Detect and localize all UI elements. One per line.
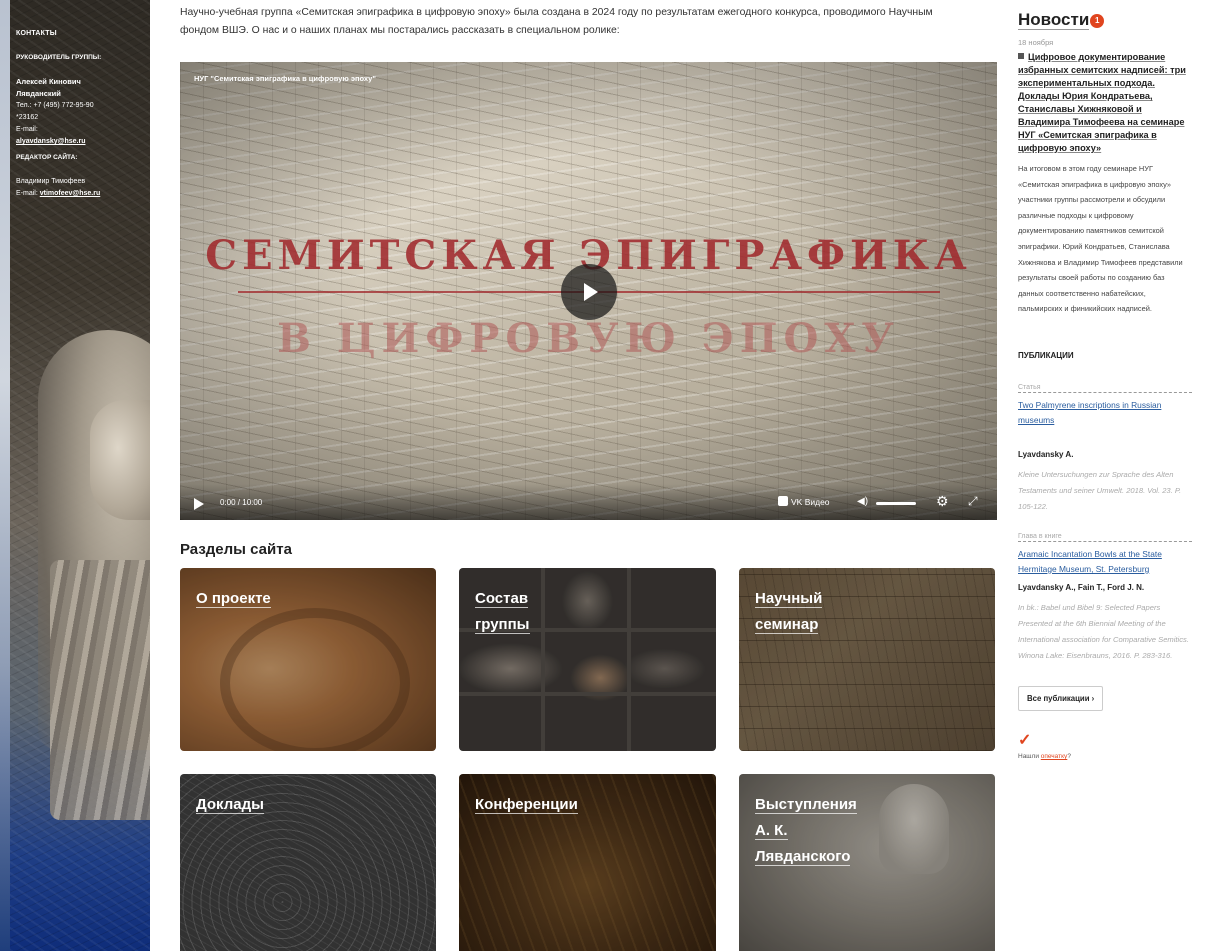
- video-time: 0:00 / 10:00: [220, 498, 263, 507]
- statue-drape-image: [50, 560, 150, 820]
- pub-1-title-link[interactable]: Two Palmyrene inscriptions in Russian mu…: [1018, 398, 1192, 428]
- news-bullet-icon: [1018, 53, 1024, 59]
- left-edge-decoration: [0, 0, 10, 951]
- typo-prefix: Нашли: [1018, 752, 1041, 760]
- statue-face-image: [90, 400, 150, 520]
- head-email-label: E-mail:: [16, 126, 38, 133]
- tile-about[interactable]: О проекте: [180, 568, 436, 751]
- typo-report: Нашли опечатку?: [1018, 753, 1192, 760]
- all-publications-button[interactable]: Все публикации ›: [1018, 685, 1104, 711]
- pub-2-type: Глава в книге: [1018, 533, 1192, 542]
- checkmark-icon: ✓: [1018, 731, 1032, 749]
- pub-1-author: Lyavdansky A.: [1018, 449, 1074, 459]
- video-caption-line-2: В ЦИФРОВУЮ ЭПОХУ: [277, 315, 900, 362]
- tile-talks-label-1: Выступления: [755, 796, 857, 814]
- news-date: 18 ноября: [1018, 38, 1054, 47]
- head-phone: Тел.: +7 (495) 772-95-90: [16, 102, 94, 109]
- head-phone-ext: *23162: [16, 114, 39, 121]
- tile-seminar-label-2: семинар: [755, 616, 819, 634]
- pub-2-source: In bk.: Babel und Bibel 9: Selected Pape…: [1018, 602, 1189, 660]
- volume-slider[interactable]: [876, 502, 916, 505]
- head-name-line-2: Лявданский: [16, 89, 61, 98]
- head-email-link[interactable]: alyavdansky@hse.ru: [16, 136, 144, 148]
- settings-gear-icon[interactable]: ⚙: [936, 493, 949, 510]
- video-player[interactable]: НУГ "Семитская эпиграфика в цифровую эпо…: [180, 62, 997, 520]
- group-head-label: РУКОВОДИТЕЛЬ ГРУППЫ:: [16, 54, 102, 61]
- pub-2-author: Lyavdansky A., Fain T., Ford J. N.: [1018, 582, 1145, 592]
- video-play-button[interactable]: [561, 264, 617, 320]
- tile-team-label-1: Состав: [475, 590, 529, 608]
- tile-conferences-label: Конференции: [475, 796, 578, 814]
- news-count-badge: 1: [1090, 14, 1105, 28]
- volume-icon[interactable]: ◀): [857, 496, 868, 507]
- news-title[interactable]: Новости 1: [1018, 10, 1105, 30]
- video-controls: 0:00 / 10:00 VK Видео ◀) ⚙ ⤢: [180, 484, 997, 520]
- news-title-text[interactable]: Новости: [1018, 10, 1090, 30]
- video-title[interactable]: НУГ "Семитская эпиграфика в цифровую эпо…: [194, 74, 376, 83]
- fullscreen-icon[interactable]: ⤢: [968, 494, 978, 509]
- tile-seminar-label-1: Научный: [755, 590, 823, 608]
- pub-2-title-link[interactable]: Aramaic Incantation Bowls at the State H…: [1018, 547, 1192, 577]
- publications-heading: ПУБЛИКАЦИИ: [1018, 350, 1074, 360]
- editor-email-row: E-mail: vtimofeev@hse.ru: [16, 188, 144, 200]
- tile-talks[interactable]: Выступления А. К. Лявданского: [739, 774, 995, 951]
- sections-grid: О проекте Состав группы Научный семинар До…: [180, 568, 998, 951]
- editor-label: РЕДАКТОР САЙТА:: [16, 154, 78, 161]
- vk-video-label: VK Видео: [791, 497, 830, 507]
- vk-video-brand[interactable]: VK Видео: [778, 496, 830, 507]
- main-column: Научно-учебная группа «Семитская эпиграф…: [180, 0, 998, 951]
- tile-about-label: О проекте: [196, 590, 271, 608]
- tile-reports[interactable]: Доклады: [180, 774, 436, 951]
- tile-conferences[interactable]: Конференции: [459, 774, 716, 951]
- tile-team-label-2: группы: [475, 616, 530, 634]
- news-headline[interactable]: Цифровое документирование избранных семи…: [1018, 51, 1192, 155]
- typo-suffix: ?: [1067, 752, 1071, 760]
- head-name-line-1: Алексей Кинович: [16, 77, 81, 86]
- right-column: Новости 1 18 ноября Цифровое документиров…: [1018, 0, 1192, 760]
- contacts-sidebar: КОНТАКТЫ РУКОВОДИТЕЛЬ ГРУППЫ: Алексей Ки…: [10, 0, 150, 951]
- intro-text: Научно-учебная группа «Семитская эпиграф…: [180, 7, 933, 36]
- tile-team[interactable]: Состав группы: [459, 568, 716, 751]
- news-headline-link[interactable]: Цифровое документирование избранных семи…: [1018, 52, 1186, 153]
- sections-title: Разделы сайта: [180, 541, 292, 558]
- tile-talks-label-3: Лявданского: [755, 848, 851, 866]
- editor-name: Владимир Тимофеев: [16, 178, 86, 185]
- controls-play-icon[interactable]: [194, 498, 204, 510]
- pub-1-type: Статья: [1018, 384, 1192, 393]
- pub-1-source: Kleine Untersuchungen zur Sprache des Al…: [1018, 469, 1182, 511]
- tile-seminar[interactable]: Научный семинар: [739, 568, 995, 751]
- vk-video-icon: [778, 496, 788, 506]
- tile-talks-label-2: А. К.: [755, 822, 788, 840]
- editor-email-link[interactable]: vtimofeev@hse.ru: [40, 190, 101, 197]
- news-text: На итоговом в этом году семинаре НУГ «Се…: [1018, 164, 1183, 314]
- contacts-heading: КОНТАКТЫ: [16, 30, 57, 37]
- typo-link[interactable]: опечатку: [1041, 753, 1068, 760]
- editor-email-label: E-mail:: [16, 190, 38, 197]
- tile-reports-label: Доклады: [196, 796, 264, 814]
